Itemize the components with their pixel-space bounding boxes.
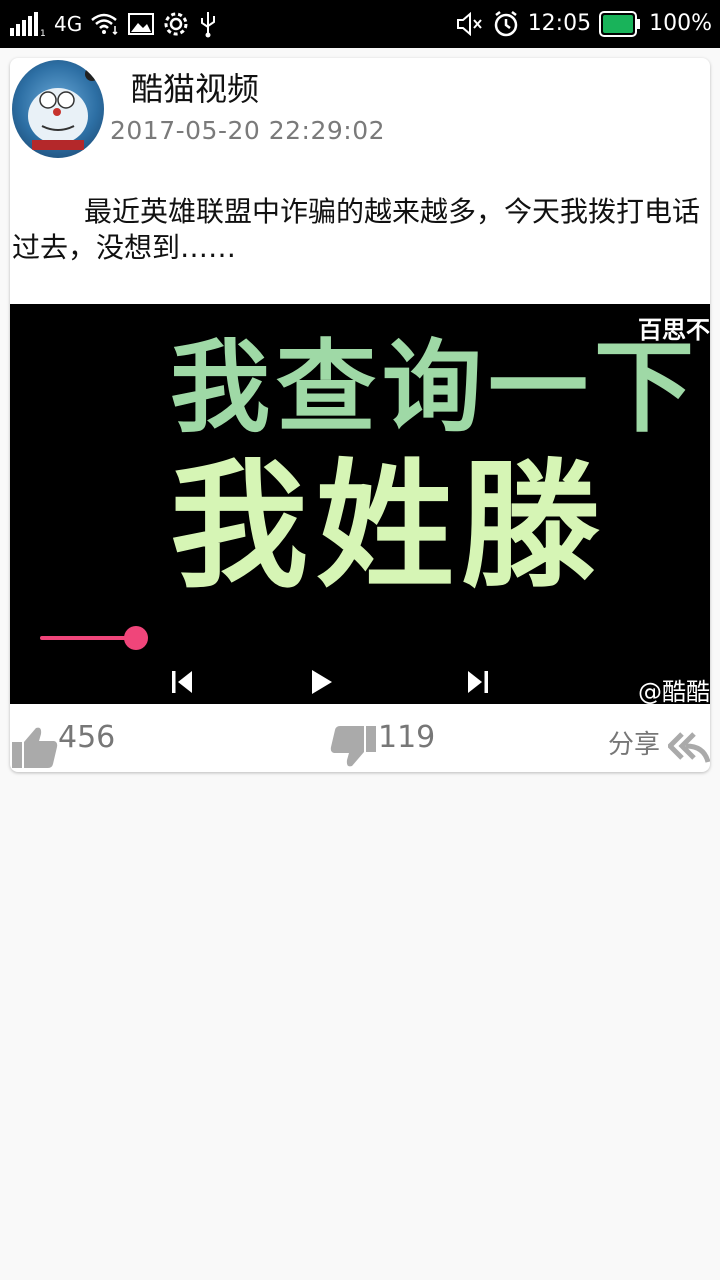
thumbs-up-icon bbox=[12, 727, 58, 768]
image-icon bbox=[128, 12, 155, 36]
dislike-count: 119 bbox=[378, 720, 436, 755]
battery-percent: 100% bbox=[649, 11, 712, 36]
battery-icon bbox=[599, 11, 641, 37]
avatar[interactable] bbox=[12, 60, 104, 158]
skip-next-icon bbox=[468, 671, 488, 693]
post-timestamp: 2017-05-20 22:29:02 bbox=[110, 116, 386, 145]
username[interactable]: 酷猫视频 bbox=[131, 64, 259, 110]
video-player[interactable]: 我查询一下 我姓滕 百思不 @酷酷 bbox=[10, 304, 710, 706]
dislike-button[interactable] bbox=[330, 726, 376, 772]
play-icon bbox=[312, 670, 332, 694]
mute-icon bbox=[456, 12, 484, 36]
video-progress-handle[interactable] bbox=[124, 626, 148, 650]
status-bar-left: 1 4G bbox=[10, 8, 218, 40]
post-actions: 456 119 分享 bbox=[10, 706, 710, 772]
skip-previous-icon bbox=[172, 671, 192, 693]
status-bar: 1 4G 12:05 100% bbox=[0, 0, 720, 48]
post-card[interactable]: 酷猫视频 2017-05-20 22:29:02 最近英雄联盟中诈骗的越来越多，… bbox=[10, 58, 710, 772]
video-watermark-bottom: @酷酷 bbox=[638, 678, 710, 706]
like-count: 456 bbox=[58, 720, 116, 755]
previous-button[interactable] bbox=[162, 662, 202, 702]
video-watermark-top: 百思不 bbox=[638, 316, 710, 344]
alarm-icon bbox=[492, 10, 520, 38]
like-button[interactable] bbox=[12, 726, 58, 772]
play-button[interactable] bbox=[302, 662, 342, 702]
post-text: 最近英雄联盟中诈骗的越来越多，今天我拨打电话过去，没想到…… bbox=[12, 195, 701, 264]
video-progress-bar[interactable] bbox=[40, 636, 136, 640]
usb-icon bbox=[198, 10, 218, 38]
signal-icon: 1 bbox=[10, 12, 46, 36]
next-button[interactable] bbox=[458, 662, 498, 702]
share-icon bbox=[666, 732, 710, 763]
share-button[interactable] bbox=[666, 730, 710, 768]
clock-time: 12:05 bbox=[527, 11, 592, 36]
network-type: 4G bbox=[54, 12, 83, 36]
wifi-icon bbox=[90, 12, 120, 36]
share-label[interactable]: 分享 bbox=[608, 724, 660, 761]
thumbs-down-icon bbox=[330, 726, 376, 767]
video-caption-line2: 我姓滕 bbox=[170, 446, 609, 607]
svg-text:1: 1 bbox=[40, 29, 46, 36]
status-bar-right: 12:05 100% bbox=[456, 8, 712, 40]
gear-icon bbox=[162, 10, 190, 38]
